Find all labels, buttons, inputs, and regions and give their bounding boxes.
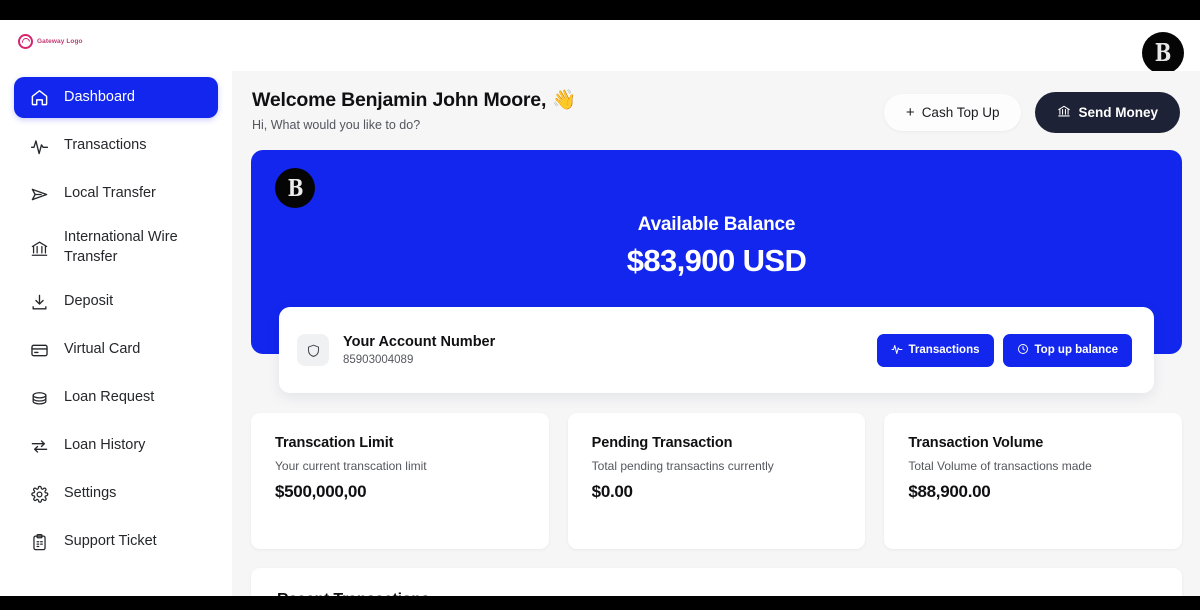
sidebar: Dashboard Transactions Local Transfer In… [0,71,232,596]
sidebar-item-label: Local Transfer [64,185,156,202]
sidebar-item-label: Virtual Card [64,341,141,358]
stat-title: Pending Transaction [591,435,733,451]
send-money-label: Send Money [1078,105,1158,120]
letterbox-bottom [0,596,1200,610]
avatar[interactable]: B [1142,32,1184,74]
gear-icon [30,485,49,504]
sidebar-item-label: Dashboard [64,88,135,105]
sidebar-item-loan-history[interactable]: Loan History [14,426,218,466]
main-content: Welcome Benjamin John Moore, 👋 Hi, What … [232,71,1200,596]
stat-card-transaction-limit: Transcation Limit Your current transcati… [251,413,549,549]
balance-amount: $83,900 USD [626,243,807,278]
header-actions: + Cash Top Up Send Money [883,88,1180,133]
download-icon [30,293,49,312]
stat-value: $88,900.00 [908,482,991,501]
stat-title: Transcation Limit [275,435,394,451]
stat-subtitle: Your current transcation limit [275,459,427,473]
top-up-balance-button[interactable]: Top up balance [1002,333,1132,367]
sidebar-item-label: International Wire Transfer [64,229,178,265]
avatar-monogram: B [1155,38,1172,67]
letterbox-top [0,0,1200,20]
bank-icon [1057,104,1071,121]
stat-title: Transaction Volume [908,435,1044,451]
sidebar-item-label: Transactions [64,137,147,154]
sidebar-item-label: Support Ticket [64,533,157,550]
account-number-card: Your Account Number 85903004089 Transact… [279,307,1154,393]
sidebar-item-dashboard[interactable]: Dashboard [14,77,218,118]
brand-name: Gateway Logo [37,38,83,45]
sidebar-item-deposit[interactable]: Deposit [14,282,218,322]
card-logo-monogram: B [287,174,303,202]
stats-row: Transcation Limit Your current transcati… [251,413,1183,549]
account-number-label: Your Account Number [343,334,496,350]
sidebar-item-label: Loan History [64,437,146,454]
account-actions: Transactions Top up balance [876,333,1132,367]
sidebar-item-settings[interactable]: Settings [14,474,218,514]
wave-hand-icon: 👋 [552,89,577,111]
send-money-button[interactable]: Send Money [1035,92,1180,133]
sidebar-item-label: Deposit [64,293,114,310]
available-balance-card: B Available Balance $83,900 USD Your Acc… [251,150,1182,393]
sidebar-item-support-ticket[interactable]: Support Ticket [14,522,218,562]
page-subtitle: Hi, What would you like to do? [252,118,421,132]
exchange-icon [30,437,49,456]
stat-subtitle: Total Volume of transactions made [908,459,1092,473]
sidebar-item-loan-request[interactable]: Loan Request [14,378,218,418]
send-icon [30,185,49,204]
stat-card-transaction-volume: Transaction Volume Total Volume of trans… [884,413,1183,549]
sidebar-item-label: Loan Request [64,389,155,406]
transactions-button[interactable]: Transactions [876,333,994,367]
cash-top-up-button[interactable]: + Cash Top Up [883,94,1022,131]
stat-value: $0.00 [591,482,633,501]
screen: Gateway Logo B Dashboard Transactions Lo… [0,0,1200,610]
brand-logo[interactable]: Gateway Logo [18,34,83,49]
coins-icon [30,389,49,408]
transactions-label: Transactions [908,344,980,356]
clipboard-icon [30,533,49,552]
account-text: Your Account Number 85903004089 [343,334,495,366]
top-bar: Gateway Logo B [0,20,1200,74]
bank-icon [30,239,49,258]
balance-display: Available Balance $83,900 USD [251,214,1182,279]
account-number-value: 85903004089 [343,354,414,366]
welcome-text: Welcome Benjamin John Moore, [252,88,547,111]
stat-card-pending-transaction: Pending Transaction Total pending transa… [567,413,866,549]
card-logo-badge: B [275,168,315,208]
sidebar-item-virtual-card[interactable]: Virtual Card [14,330,218,370]
pulse-icon [891,343,903,358]
account-info: Your Account Number 85903004089 [297,334,495,366]
page-header: Welcome Benjamin John Moore, 👋 Hi, What … [251,88,1182,133]
plus-icon: + [905,104,915,121]
welcome-block: Welcome Benjamin John Moore, 👋 Hi, What … [252,88,576,133]
page-title: Welcome Benjamin John Moore, 👋 [252,88,576,112]
sidebar-item-local-transfer[interactable]: Local Transfer [14,174,218,214]
app-window: Gateway Logo B Dashboard Transactions Lo… [0,20,1200,596]
home-icon [30,88,49,107]
sidebar-item-international-wire-transfer[interactable]: International Wire Transfer [14,222,218,274]
brand-swirl-icon [18,34,33,49]
balance-section: B Available Balance $83,900 USD Your Acc… [251,150,1182,393]
stat-value: $500,000,00 [275,482,367,501]
card-icon [30,341,49,360]
top-up-balance-label: Top up balance [1034,344,1119,356]
sidebar-item-transactions[interactable]: Transactions [14,126,218,166]
shield-icon [297,334,329,366]
sidebar-item-label: Settings [64,485,117,502]
recent-transactions-panel: Recent Transactions [251,568,1182,596]
pulse-icon [30,137,49,156]
balance-label: Available Balance [637,214,796,235]
stat-subtitle: Total pending transactins currently [591,459,774,473]
cash-top-up-label: Cash Top Up [921,105,1000,120]
clock-icon [1017,343,1029,358]
